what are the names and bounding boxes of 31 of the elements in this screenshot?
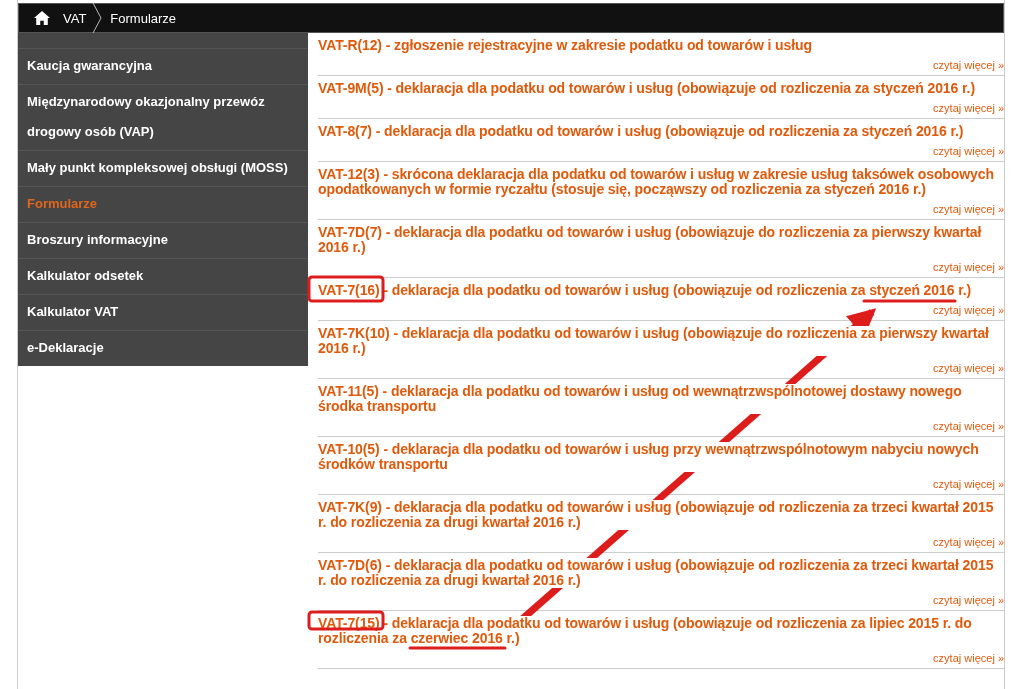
breadcrumb-link[interactable]: VAT <box>63 10 87 26</box>
breadcrumb-link[interactable]: Formularze <box>110 10 177 26</box>
read-more-link[interactable]: czytaj więcej » <box>933 593 1004 607</box>
sidebar-item[interactable]: e-Deklaracje <box>18 330 308 366</box>
read-more-link[interactable]: czytaj więcej » <box>933 58 1004 72</box>
chevron-icon <box>92 3 103 33</box>
read-more-link[interactable]: czytaj więcej » <box>933 202 1004 216</box>
sidebar-item[interactable]: Broszury informacyjne <box>18 222 308 258</box>
read-more-link[interactable]: czytaj więcej » <box>933 477 1004 491</box>
home-icon[interactable] <box>33 10 51 26</box>
sidebar-item[interactable]: Mały punkt kompleksowej obsługi (MOSS) <box>18 150 308 186</box>
read-more-link[interactable]: czytaj więcej » <box>933 361 1004 375</box>
form-link[interactable]: VAT-9M(5) - deklaracja dla podatku od towarów i usług (obowiązuje od rozliczenia za styczeń 2016 r.) <box>318 81 975 96</box>
form-link[interactable]: VAT-8(7) - deklaracja dla podatku od towarów i usług (obowiązuje od rozliczenia za styczeń 2016 r.) <box>318 124 964 139</box>
form-link[interactable]: VAT-7(16) - deklaracja dla podatku od towarów i usług (obowiązuje od rozliczenia za styczeń 2016 r.) <box>318 283 972 298</box>
read-more-link[interactable]: czytaj więcej » <box>933 419 1004 433</box>
read-more-link[interactable]: czytaj więcej » <box>933 303 1004 317</box>
read-more-link[interactable]: czytaj więcej » <box>933 535 1004 549</box>
sidebar-item[interactable]: Kaucja gwarancyjna <box>18 48 308 84</box>
form-link[interactable]: VAT-7K(9) - deklaracja dla podatku od towarów i usług (obowiązuje od rozliczenia za trzeci kwartał 2015 r. do rozliczenia za drugi kwartał 2016 r.) <box>318 500 996 530</box>
form-link[interactable]: VAT-7D(6) - deklaracja dla podatku od towarów i usług (obowiązuje od rozliczenia za trzeci kwartał 2015 r. do rozliczenia za drugi kwartał 2016 r.) <box>318 558 996 588</box>
form-link[interactable]: VAT-R(12) - zgłoszenie rejestracyjne w zakresie podatku od towarów i usług <box>318 38 812 53</box>
sidebar-item[interactable]: Międzynarodowy okazjonalny przewóz drogowy osób (VAP) <box>18 84 308 150</box>
read-more-link[interactable]: czytaj więcej » <box>933 651 1004 665</box>
sidebar-item[interactable]: Kalkulator odsetek <box>18 258 308 294</box>
sidebar-item[interactable]: Formularze <box>18 186 308 222</box>
form-link[interactable]: VAT-12(3) - skrócona deklaracja dla podatku od towarów i usług w zakresie usług taksówek osobowych opodatkowanych w formie ryczałtu (stosuje się, począwszy od rozliczenia za styczeń 2016 r.) <box>318 167 996 197</box>
read-more-link[interactable]: czytaj więcej » <box>933 101 1004 115</box>
read-more-link[interactable]: czytaj więcej » <box>933 260 1004 274</box>
read-more-link[interactable]: czytaj więcej » <box>933 144 1004 158</box>
sidebar-item[interactable]: Kalkulator VAT <box>18 294 308 330</box>
